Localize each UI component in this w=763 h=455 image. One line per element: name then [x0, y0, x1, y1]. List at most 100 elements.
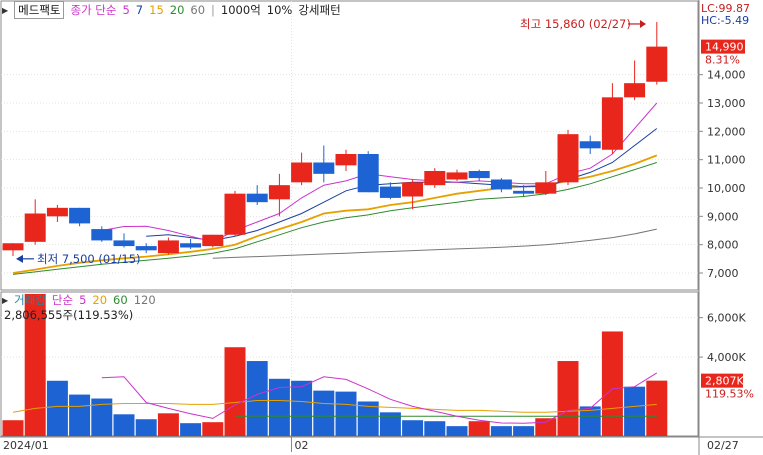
ma-legend-label: 종가 단순: [70, 3, 117, 17]
volume-bar[interactable]: [513, 426, 535, 436]
volume-tick-label: 6,000K: [707, 312, 746, 325]
current-price-label: 14,990: [705, 41, 744, 54]
ma5-legend: 5: [122, 3, 130, 17]
candle-body[interactable]: [513, 190, 535, 194]
volume-bar[interactable]: [601, 331, 623, 436]
candle-body[interactable]: [535, 182, 557, 194]
volume-bar[interactable]: [468, 421, 490, 436]
volume-bar[interactable]: [646, 380, 668, 436]
volume-bar[interactable]: [446, 426, 468, 436]
volume-bar[interactable]: [335, 391, 357, 436]
price-legend: ▶ 메드팩토 종가 단순 5 7 15 20 60 | 1000억 10% 강세…: [2, 1, 341, 19]
collapse-triangle-icon[interactable]: ▶: [2, 6, 8, 15]
volume-bar[interactable]: [402, 420, 424, 436]
low-arrow-head-icon: [16, 254, 23, 263]
candle-body[interactable]: [557, 134, 579, 183]
volume-bar[interactable]: [535, 418, 557, 436]
high-price-annotation: 최고 15,860 (02/27): [520, 17, 631, 31]
volume-bar[interactable]: [313, 390, 335, 436]
candle-body[interactable]: [468, 171, 490, 179]
cap-filter-label: 1000억: [220, 3, 261, 17]
rate-filter-label: 10%: [266, 3, 293, 17]
price-tick-label: 7,000: [707, 267, 739, 280]
price-tick-label: 9,000: [707, 210, 739, 223]
ma15-legend: 15: [149, 3, 164, 17]
candle-body[interactable]: [91, 229, 113, 241]
price-tick-label: 12,000: [707, 125, 746, 138]
chart-canvas[interactable]: 7,000 8,000 9,000 10,000 11,000 12,000 13,000 1…: [0, 0, 763, 455]
candle-body[interactable]: [624, 83, 646, 98]
stock-chart-window: 7,000 8,000 9,000 10,000 11,000 12,000 13,000 1…: [0, 0, 763, 455]
current-volume-label: 2,807K: [705, 375, 744, 388]
candle-body[interactable]: [24, 213, 46, 242]
volume-legend: ▶ 거래량 단순 5 20 60 120: [2, 292, 156, 308]
candle-body[interactable]: [2, 243, 24, 251]
vol-ma60-legend: 60: [113, 293, 128, 307]
candle-body[interactable]: [157, 240, 179, 254]
x-label-month: 02: [295, 439, 309, 452]
candle-body[interactable]: [135, 246, 157, 251]
candle-body[interactable]: [246, 193, 268, 203]
volume-bar[interactable]: [246, 361, 268, 436]
candle-body[interactable]: [646, 46, 668, 82]
candle-body[interactable]: [268, 185, 290, 200]
volume-ma-label: 단순: [51, 293, 74, 307]
volume-bar[interactable]: [113, 414, 135, 436]
volume-bar[interactable]: [180, 423, 202, 436]
volume-bar[interactable]: [69, 394, 91, 436]
price-tick-label: 14,000: [707, 69, 746, 82]
candle-body[interactable]: [46, 207, 68, 217]
collapse-triangle-icon[interactable]: ▶: [2, 296, 8, 305]
price-tick-label: 13,000: [707, 97, 746, 110]
volume-bar[interactable]: [424, 421, 446, 436]
current-change-label: 8.31%: [705, 54, 740, 67]
volume-bar[interactable]: [224, 347, 246, 436]
volume-bar[interactable]: [135, 419, 157, 436]
candle-body[interactable]: [224, 193, 246, 235]
volume-bar[interactable]: [46, 380, 68, 436]
high-arrow-head-icon: [640, 19, 646, 28]
x-label-start: 2024/01: [3, 439, 49, 452]
volume-bar[interactable]: [291, 380, 313, 436]
stock-name-box[interactable]: 메드팩토: [14, 1, 65, 19]
x-label-current-date: 02/27: [707, 439, 739, 452]
volume-bar[interactable]: [202, 422, 224, 436]
candle-body[interactable]: [335, 154, 357, 166]
volume-bar[interactable]: [157, 413, 179, 436]
volume-bar[interactable]: [2, 420, 24, 436]
ma20-legend: 20: [169, 3, 185, 17]
volume-current-text: 2,806,555주(119.53%): [4, 308, 134, 322]
candle-body[interactable]: [379, 186, 401, 198]
pattern-label: 강세패턴: [298, 3, 341, 17]
vol-ma20-legend: 20: [92, 293, 108, 307]
vol-ma120-legend: 120: [133, 293, 156, 307]
hc-label: HC:-5.49: [701, 14, 749, 27]
candle-body[interactable]: [313, 162, 335, 174]
price-tick-label: 8,000: [707, 239, 739, 252]
candle-body[interactable]: [202, 234, 224, 247]
candle-body[interactable]: [113, 240, 135, 247]
volume-bar[interactable]: [557, 361, 579, 436]
candle-body[interactable]: [601, 97, 623, 150]
current-volume-ratio-label: 119.53%: [705, 388, 754, 401]
ma7-legend: 7: [135, 3, 144, 17]
separator: |: [211, 3, 215, 17]
candle-body[interactable]: [291, 162, 313, 183]
ma60-line: [212, 228, 657, 259]
ma60-legend: 60: [190, 3, 206, 17]
candle-body[interactable]: [579, 141, 601, 149]
candle-body[interactable]: [446, 172, 468, 180]
price-tick-label: 11,000: [707, 154, 746, 167]
candle-body[interactable]: [357, 154, 379, 193]
candle-body[interactable]: [424, 171, 446, 186]
candle-body[interactable]: [490, 179, 512, 190]
candle-body[interactable]: [180, 243, 202, 248]
price-tick-label: 10,000: [707, 182, 746, 195]
vol-ma5-legend: 5: [79, 293, 87, 307]
volume-bar[interactable]: [490, 426, 512, 436]
volume-tick-label: 4,000K: [707, 351, 746, 364]
candle-body[interactable]: [69, 207, 91, 224]
volume-title: 거래량: [14, 293, 46, 307]
volume-bar[interactable]: [624, 386, 646, 436]
candle-body[interactable]: [402, 182, 424, 197]
